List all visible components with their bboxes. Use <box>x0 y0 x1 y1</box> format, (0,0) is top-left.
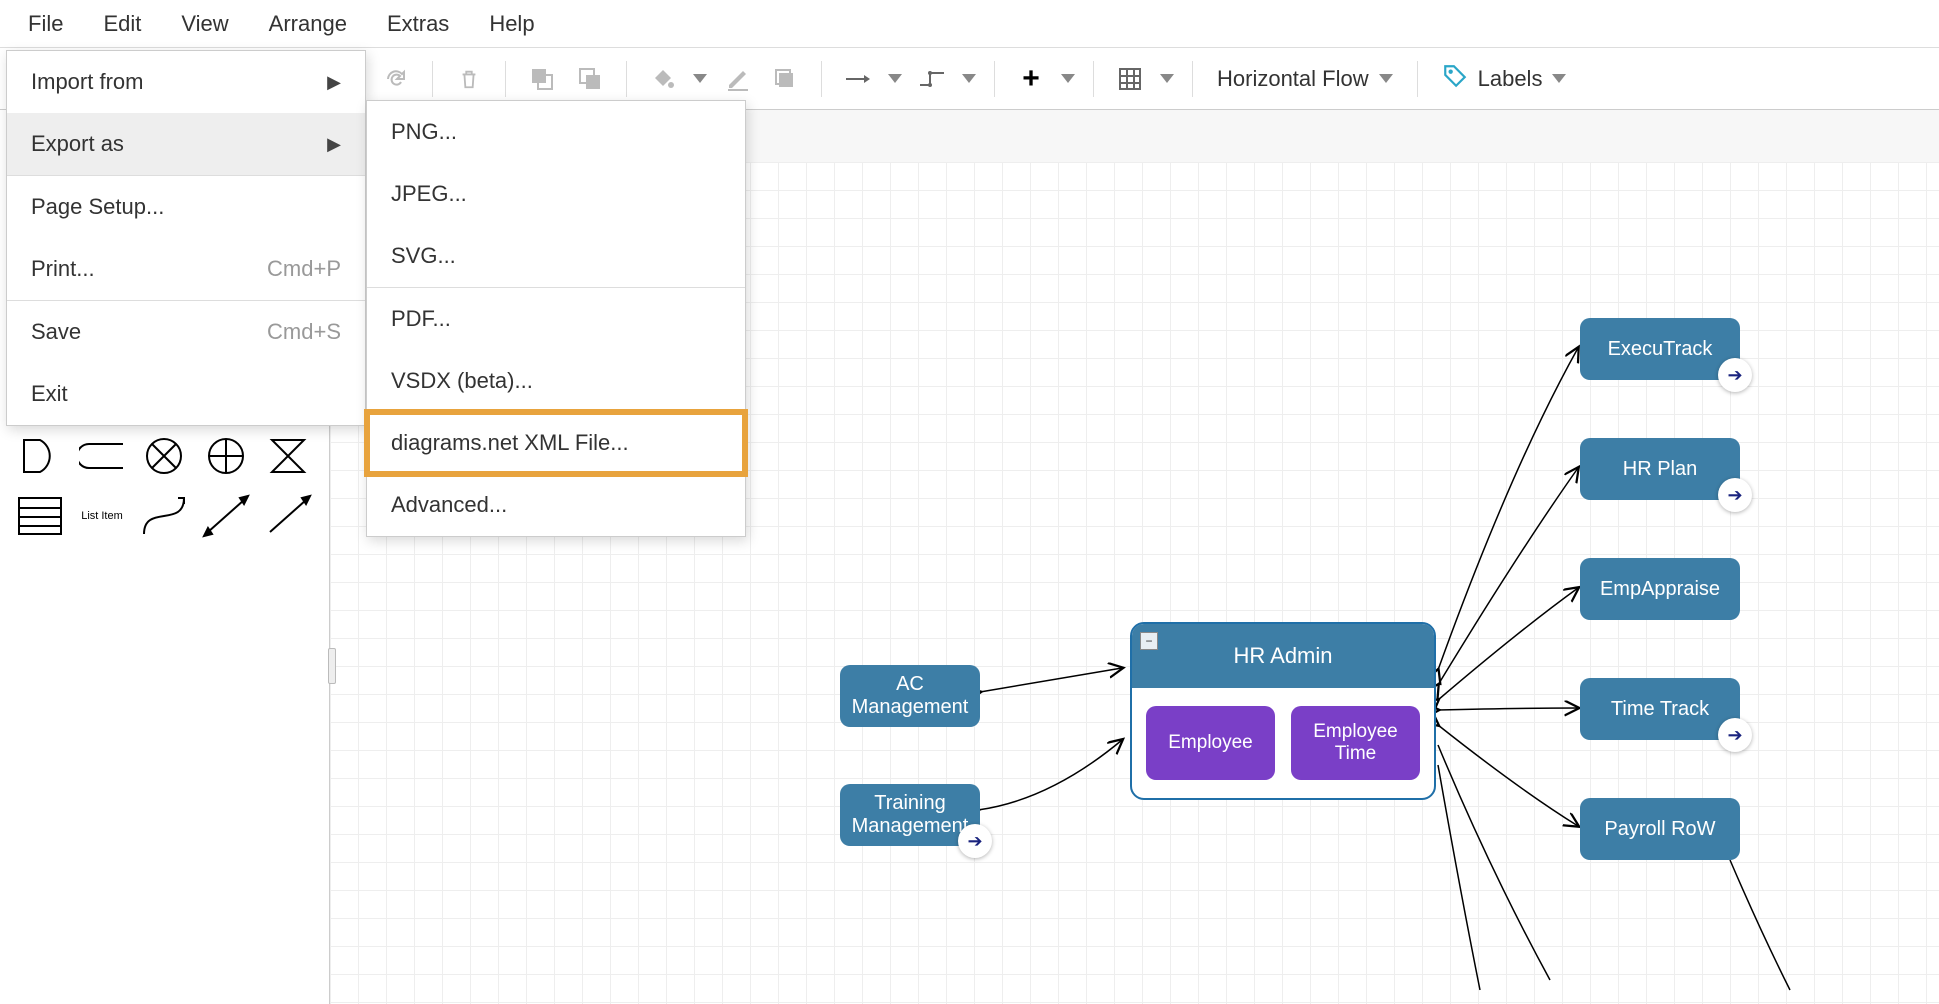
menu-extras[interactable]: Extras <box>367 3 469 45</box>
node-employee-time[interactable]: Employee Time <box>1291 706 1420 780</box>
shape-arrow[interactable] <box>260 490 316 542</box>
shape-collate[interactable] <box>260 430 316 482</box>
node-employee[interactable]: Employee <box>1146 706 1275 780</box>
chevron-down-icon <box>1552 74 1566 83</box>
table-icon[interactable] <box>1110 59 1150 99</box>
shape-datastore[interactable] <box>74 430 130 482</box>
menubar: File Edit View Arrange Extras Help <box>0 0 1939 48</box>
export-vsdx[interactable]: VSDX (beta)... <box>367 350 745 412</box>
export-submenu: PNG... JPEG... SVG... PDF... VSDX (beta)… <box>366 100 746 537</box>
export-png[interactable]: PNG... <box>367 101 745 163</box>
menu-edit[interactable]: Edit <box>83 3 161 45</box>
chevron-down-icon <box>1379 74 1393 83</box>
labels-label: Labels <box>1478 66 1543 92</box>
node-payroll-row[interactable]: Payroll RoW <box>1580 798 1740 860</box>
redo-icon[interactable] <box>376 59 416 99</box>
layout-dropdown[interactable]: Horizontal Flow <box>1205 66 1405 92</box>
node-training-management[interactable]: Training Management➔ <box>840 784 980 846</box>
menu-print[interactable]: Print...Cmd+P <box>7 238 365 300</box>
collapse-icon[interactable]: − <box>1140 632 1158 650</box>
node-hr-plan[interactable]: HR Plan➔ <box>1580 438 1740 500</box>
shape-xor[interactable] <box>136 430 192 482</box>
file-menu: Import from▶ Export as▶ Page Setup... Pr… <box>6 50 366 426</box>
table-caret[interactable] <box>1158 59 1176 99</box>
menu-export-as[interactable]: Export as▶ <box>7 113 365 175</box>
menu-page-setup[interactable]: Page Setup... <box>7 176 365 238</box>
line-color-icon[interactable] <box>717 59 757 99</box>
shape-curve[interactable] <box>136 490 192 542</box>
submenu-arrow-icon: ▶ <box>327 72 341 93</box>
shape-bidir-arrow[interactable] <box>198 490 254 542</box>
menu-file[interactable]: File <box>8 3 83 45</box>
export-xml[interactable]: diagrams.net XML File... <box>367 412 745 474</box>
fill-color-icon[interactable] <box>643 59 683 99</box>
insert-caret[interactable] <box>1059 59 1077 99</box>
menu-view[interactable]: View <box>161 3 248 45</box>
delete-icon[interactable] <box>449 59 489 99</box>
submenu-arrow-icon: ▶ <box>327 134 341 155</box>
insert-icon[interactable]: + <box>1011 59 1051 99</box>
export-pdf[interactable]: PDF... <box>367 288 745 350</box>
node-empappraise[interactable]: EmpAppraise <box>1580 558 1740 620</box>
menu-arrange[interactable]: Arrange <box>249 3 367 45</box>
waypoint-icon[interactable] <box>912 59 952 99</box>
shape-list[interactable] <box>12 490 68 542</box>
menu-save[interactable]: SaveCmd+S <box>7 301 365 363</box>
menu-help[interactable]: Help <box>469 3 554 45</box>
node-hr-admin[interactable]: − HR Admin Employee Employee Time <box>1130 622 1436 800</box>
waypoint-caret[interactable] <box>960 59 978 99</box>
node-exectrack[interactable]: ExecuTrack➔ <box>1580 318 1740 380</box>
shadow-icon[interactable] <box>765 59 805 99</box>
menu-exit[interactable]: Exit <box>7 363 365 425</box>
export-jpeg[interactable]: JPEG... <box>367 163 745 225</box>
node-ac-management[interactable]: AC Management <box>840 665 980 727</box>
tag-icon <box>1442 63 1468 95</box>
sidebar-collapse-handle[interactable] <box>328 648 336 684</box>
menu-import-from[interactable]: Import from▶ <box>7 51 365 113</box>
shape-list-item[interactable]: List Item <box>74 490 130 542</box>
shape-sum[interactable] <box>198 430 254 482</box>
shape-and[interactable] <box>12 430 68 482</box>
fill-color-caret[interactable] <box>691 59 709 99</box>
link-icon[interactable]: ➔ <box>1718 478 1752 512</box>
link-icon[interactable]: ➔ <box>1718 358 1752 392</box>
layout-label: Horizontal Flow <box>1217 66 1369 92</box>
to-front-icon[interactable] <box>522 59 562 99</box>
export-advanced[interactable]: Advanced... <box>367 474 745 536</box>
link-icon[interactable]: ➔ <box>1718 718 1752 752</box>
node-hr-admin-header[interactable]: − HR Admin <box>1132 624 1434 688</box>
connection-caret[interactable] <box>886 59 904 99</box>
link-icon[interactable]: ➔ <box>958 824 992 858</box>
node-time-track[interactable]: Time Track➔ <box>1580 678 1740 740</box>
connection-icon[interactable] <box>838 59 878 99</box>
export-svg[interactable]: SVG... <box>367 225 745 287</box>
labels-dropdown[interactable]: Labels <box>1430 63 1579 95</box>
to-back-icon[interactable] <box>570 59 610 99</box>
